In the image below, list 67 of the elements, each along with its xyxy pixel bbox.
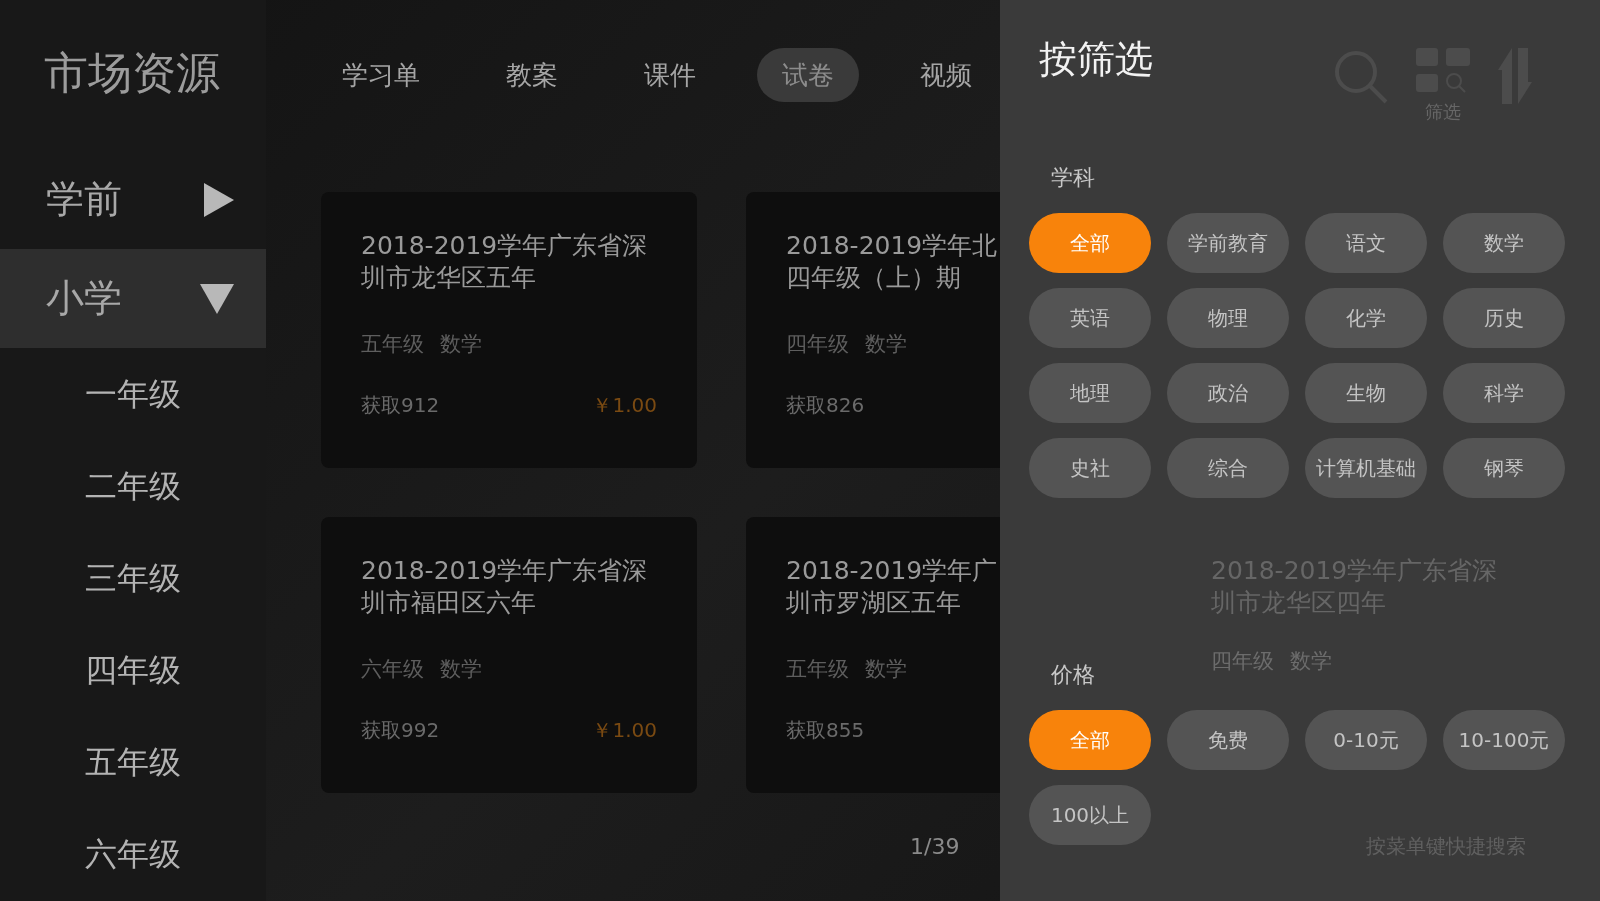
filter-chip[interactable]: 计算机基础: [1305, 438, 1427, 498]
download-count: 获取855: [786, 717, 865, 744]
tab[interactable]: 课件: [619, 48, 721, 102]
filter-chip[interactable]: 100以上: [1029, 785, 1151, 845]
filter-chip[interactable]: 生物: [1305, 363, 1427, 423]
card-tag: 六年级: [361, 655, 424, 683]
filter-chip[interactable]: 钢琴: [1443, 438, 1565, 498]
card-title: 2018-2019学年广: [786, 555, 998, 587]
card-tag: 数学: [865, 655, 907, 683]
tab[interactable]: 教案: [481, 48, 583, 102]
caret-right-icon: [204, 182, 234, 217]
card-tag: 五年级: [786, 655, 849, 683]
card-tag: 数学: [865, 330, 907, 358]
download-count: 获取912: [361, 392, 440, 419]
filter-chip[interactable]: 综合: [1167, 438, 1289, 498]
card-title: 圳市龙华区五年: [361, 262, 536, 294]
card-title: 2018-2019学年广东省深: [361, 230, 648, 262]
sidebar-item[interactable]: 小学: [0, 249, 266, 348]
card-tag: 数学: [440, 330, 482, 358]
filter-chip[interactable]: 语文: [1305, 213, 1427, 273]
filter-chip[interactable]: 历史: [1443, 288, 1565, 348]
section-label: 价格: [1051, 661, 1095, 689]
grade-item[interactable]: 六年级: [0, 808, 266, 900]
filter-chip[interactable]: 化学: [1305, 288, 1427, 348]
price-label: ￥1.00: [592, 392, 657, 419]
card-tag: 四年级: [786, 330, 849, 358]
grade-item[interactable]: 二年级: [0, 440, 266, 532]
card-title: 2018-2019学年北: [786, 230, 998, 262]
filter-chip[interactable]: 数学: [1443, 213, 1565, 273]
card-tag: 五年级: [361, 330, 424, 358]
panel-title: 按筛选: [1039, 36, 1153, 83]
page-indicator: 1/39: [910, 834, 960, 859]
filter-chip[interactable]: 全部: [1029, 710, 1151, 770]
tab[interactable]: 视频: [895, 48, 997, 102]
filter-chip[interactable]: 科学: [1443, 363, 1565, 423]
filter-chip[interactable]: 免费: [1167, 710, 1289, 770]
card-tag: 数学: [440, 655, 482, 683]
card-title: 圳市罗湖区五年: [786, 587, 961, 619]
filter-chip[interactable]: 政治: [1167, 363, 1289, 423]
sidebar-item[interactable]: 学前: [0, 150, 266, 249]
filter-chip[interactable]: 学前教育: [1167, 213, 1289, 273]
download-count: 获取992: [361, 717, 440, 744]
card-title: 2018-2019学年广东省深: [361, 555, 648, 587]
download-count: 获取826: [786, 392, 865, 419]
filter-chip[interactable]: 英语: [1029, 288, 1151, 348]
tab[interactable]: 试卷: [757, 48, 859, 102]
filter-chip[interactable]: 全部: [1029, 213, 1151, 273]
caret-down-icon: [200, 283, 234, 314]
card-title: 四年级（上）期: [786, 262, 961, 294]
grade-item[interactable]: 四年级: [0, 624, 266, 716]
price-label: ￥1.00: [592, 717, 657, 744]
grade-item[interactable]: 三年级: [0, 532, 266, 624]
filter-chip[interactable]: 10-100元: [1443, 710, 1565, 770]
app-title: 市场资源: [43, 46, 221, 100]
resource-card[interactable]: 2018-2019学年广 圳市罗湖区五年 五年级 数学 获取855: [746, 517, 1000, 793]
filter-chip[interactable]: 物理: [1167, 288, 1289, 348]
grade-item[interactable]: 一年级: [0, 348, 266, 440]
resource-card[interactable]: 2018-2019学年广东省深 圳市龙华区五年 五年级 数学 获取912 ￥1.00: [321, 192, 697, 468]
resource-card[interactable]: 2018-2019学年广东省深 圳市福田区六年 六年级 数学 获取992 ￥1.00: [321, 517, 697, 793]
card-title: 圳市福田区六年: [361, 587, 536, 619]
resource-card[interactable]: 2018-2019学年北 四年级（上）期 四年级 数学 获取826: [746, 192, 1000, 468]
grade-item[interactable]: 五年级: [0, 716, 266, 808]
section-label: 学科: [1051, 164, 1095, 192]
filter-chip[interactable]: 0-10元: [1305, 710, 1427, 770]
filter-chip[interactable]: 史社: [1029, 438, 1151, 498]
tab[interactable]: 学习单: [317, 48, 445, 102]
filter-chip[interactable]: 地理: [1029, 363, 1151, 423]
